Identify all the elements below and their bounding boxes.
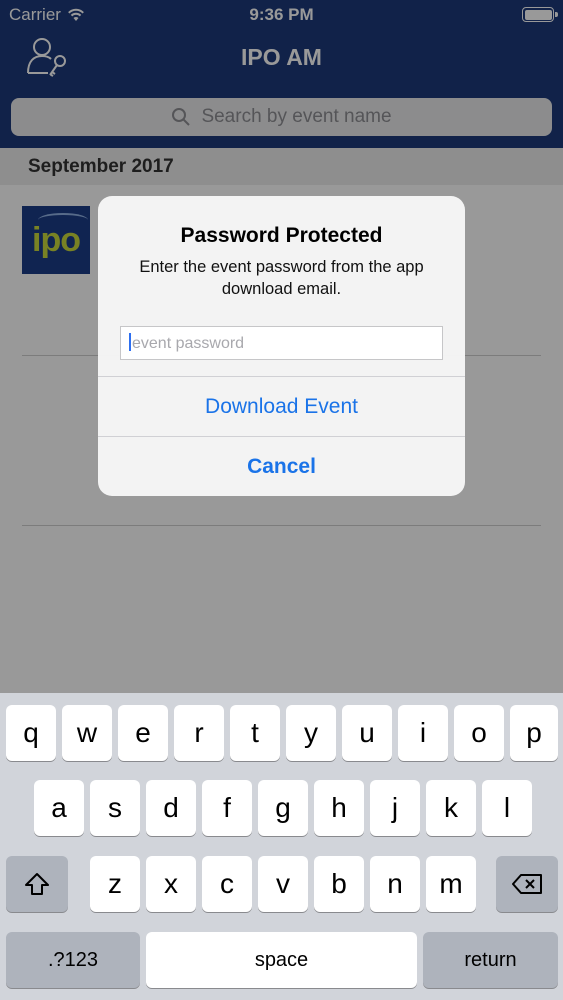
keyboard: q w e r t y u i o p a s d f g h j k l z … [0,693,563,1000]
key-l[interactable]: l [482,780,532,836]
text-caret [129,333,131,351]
key-e[interactable]: e [118,705,168,761]
key-h[interactable]: h [314,780,364,836]
key-d[interactable]: d [146,780,196,836]
key-y[interactable]: y [286,705,336,761]
key-g[interactable]: g [258,780,308,836]
event-password-field[interactable]: event password [120,326,443,360]
download-event-button[interactable]: Download Event [98,377,465,437]
alert-title: Password Protected [180,224,383,247]
key-z[interactable]: z [90,856,140,912]
key-i[interactable]: i [398,705,448,761]
backspace-icon [512,874,542,894]
key-q[interactable]: q [6,705,56,761]
key-c[interactable]: c [202,856,252,912]
key-w[interactable]: w [62,705,112,761]
key-r[interactable]: r [174,705,224,761]
return-key[interactable]: return [423,932,558,988]
key-m[interactable]: m [426,856,476,912]
key-j[interactable]: j [370,780,420,836]
shift-icon [25,873,49,895]
shift-key[interactable] [6,856,68,912]
key-b[interactable]: b [314,856,364,912]
key-p[interactable]: p [510,705,558,761]
key-f[interactable]: f [202,780,252,836]
key-o[interactable]: o [454,705,504,761]
key-s[interactable]: s [90,780,140,836]
key-x[interactable]: x [146,856,196,912]
key-v[interactable]: v [258,856,308,912]
key-n[interactable]: n [370,856,420,912]
delete-key[interactable] [496,856,558,912]
app-screen: Carrier 9:36 PM IPO AM Search by event n… [0,0,563,693]
alert-message: Enter the event password from the app do… [139,258,424,298]
key-a[interactable]: a [34,780,84,836]
key-t[interactable]: t [230,705,280,761]
password-alert: Password Protected Enter the event passw… [98,196,465,496]
space-key[interactable]: space [146,932,417,988]
cancel-button[interactable]: Cancel [98,437,465,496]
key-u[interactable]: u [342,705,392,761]
numbers-key[interactable]: .?123 [6,932,140,988]
password-placeholder: event password [132,335,245,352]
key-k[interactable]: k [426,780,476,836]
